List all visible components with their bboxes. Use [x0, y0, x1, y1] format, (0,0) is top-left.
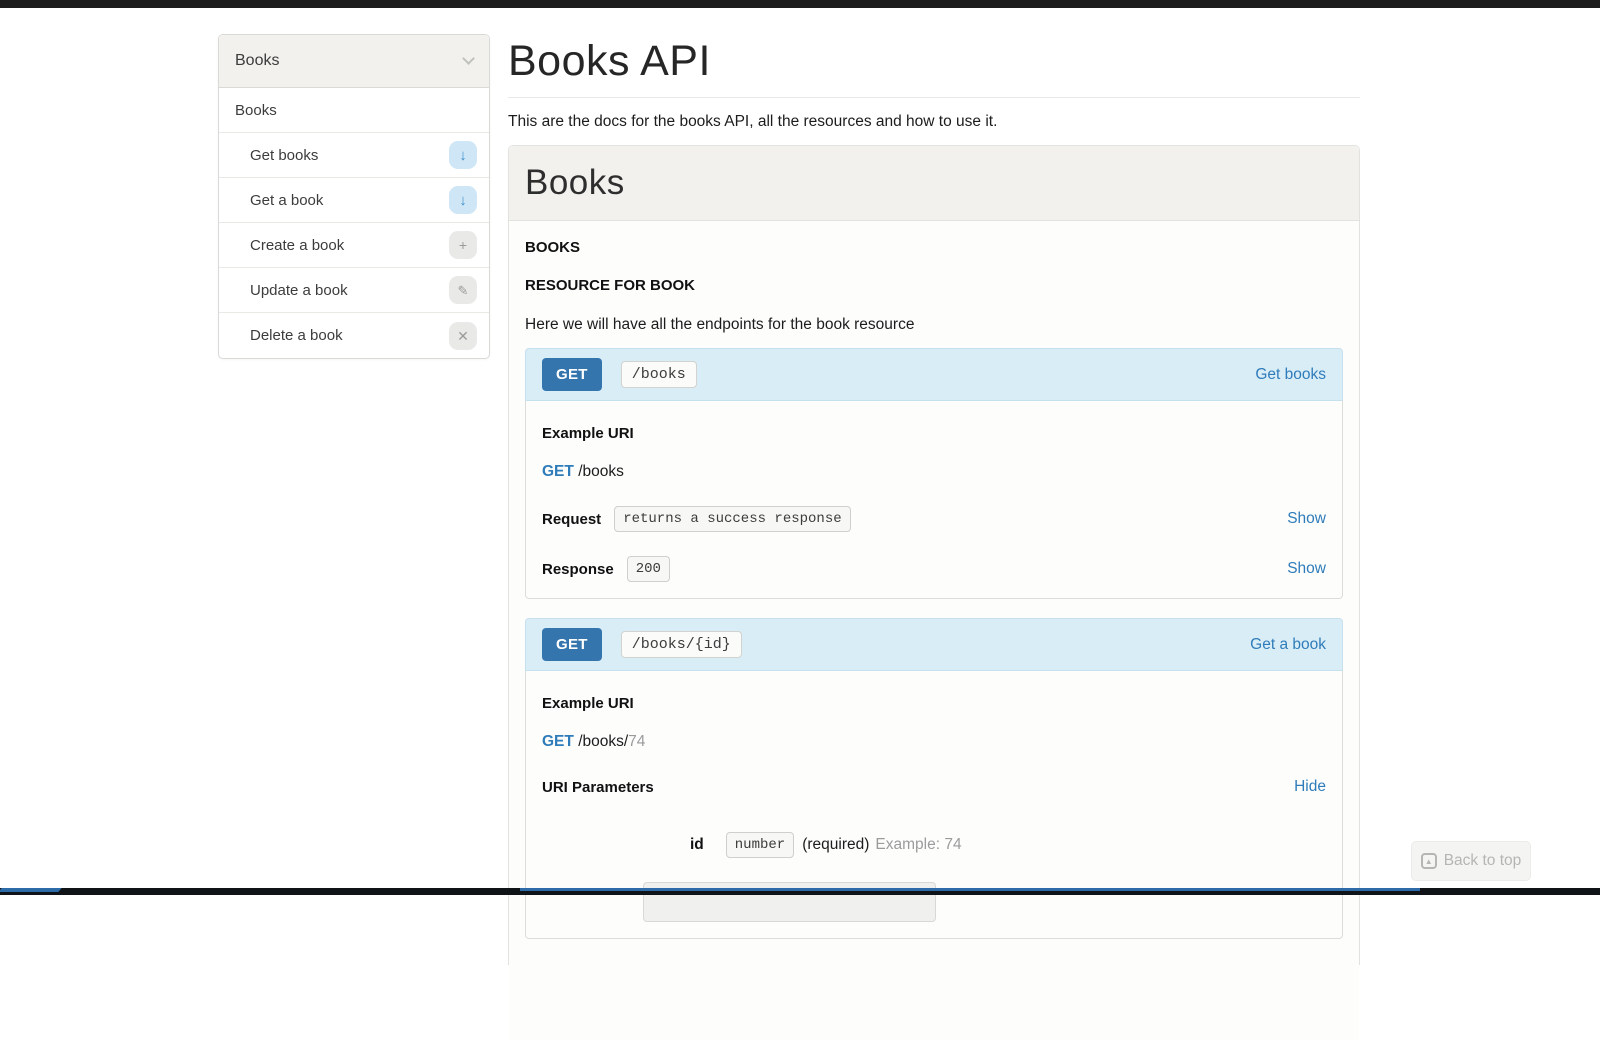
parameter-row: id number (required) Example: 74 — [542, 832, 1326, 858]
method-badge: GET — [542, 628, 602, 661]
uri-template-chip: /books/{id} — [621, 631, 742, 658]
resource-heading: RESOURCE FOR BOOK — [525, 277, 1343, 295]
example-uri-value: GET /books/74 — [542, 732, 1326, 752]
back-to-top-label: Back to top — [1444, 852, 1522, 870]
uri-parameters-hide-link[interactable]: Hide — [1294, 778, 1326, 796]
method-badge: GET — [542, 358, 602, 391]
example-uri-label: Example URI — [542, 425, 1326, 443]
resource-description: Here we will have all the endpoints for … — [525, 315, 1343, 335]
response-show-link[interactable]: Show — [1287, 560, 1326, 578]
example-path: /books/ — [578, 733, 628, 750]
parameter-example-value: 74 — [944, 836, 961, 853]
parameter-required: (required) — [802, 836, 869, 854]
bottom-window-bar — [0, 888, 1600, 895]
endpoint-body: Example URI GET /books Request returns a… — [525, 401, 1343, 599]
sidebar-item-delete-a-book[interactable]: Delete a book ✕ — [219, 313, 489, 358]
sidebar-item-label: Get a book — [250, 192, 323, 209]
request-label: Request — [542, 511, 601, 528]
example-method: GET — [542, 733, 574, 750]
sidebar: Books Books Get books ↓ Get a book ↓ Cre… — [218, 34, 490, 359]
chevron-down-icon[interactable] — [462, 52, 475, 65]
bottom-bar-accent — [520, 888, 1420, 891]
parameter-name: id — [690, 836, 704, 854]
page-title: Books API — [508, 36, 1360, 86]
sidebar-item-update-a-book[interactable]: Update a book ✎ — [219, 268, 489, 313]
uri-template-chip: /books — [621, 361, 697, 388]
endpoint-body: Example URI GET /books/74 URI Parameters… — [525, 671, 1343, 939]
sidebar-group-label: Books — [235, 52, 279, 70]
sidebar-item-label: Books — [235, 102, 277, 119]
plus-icon[interactable]: + — [449, 231, 477, 259]
parameter-example: Example: 74 — [875, 836, 961, 854]
up-triangle-glyph: ▲ — [1425, 857, 1433, 866]
sidebar-item-label: Create a book — [250, 237, 344, 254]
response-row: Response 200 Show — [542, 556, 1326, 582]
sidebar-item-label: Update a book — [250, 282, 348, 299]
pencil-icon[interactable]: ✎ — [449, 276, 477, 304]
sidebar-item-get-books[interactable]: Get books ↓ — [219, 133, 489, 178]
back-to-top-icon: ▲ — [1421, 853, 1437, 869]
resource-group-panel: Books BOOKS RESOURCE FOR BOOK Here we wi… — [508, 145, 1360, 965]
pencil-glyph: ✎ — [458, 284, 469, 297]
endpoint-header[interactable]: GET /books Get books — [525, 348, 1343, 401]
endpoint-card-get-books: GET /books Get books Example URI GET /bo… — [525, 348, 1343, 599]
sidebar-group-header[interactable]: Books — [219, 35, 489, 88]
request-description-chip: returns a success response — [614, 506, 850, 532]
sidebar-item-label: Get books — [250, 147, 318, 164]
response-status-chip: 200 — [627, 556, 670, 582]
bottom-bar-wedge — [0, 888, 62, 892]
main-content: Books API This are the docs for the book… — [508, 8, 1360, 965]
endpoint-action-link[interactable]: Get books — [1255, 366, 1326, 384]
resource-group-header: Books — [509, 146, 1359, 221]
request-show-link[interactable]: Show — [1287, 510, 1326, 528]
arrow-down-icon[interactable]: ↓ — [449, 186, 477, 214]
uri-parameters-label: URI Parameters — [542, 779, 654, 796]
response-label: Response — [542, 561, 614, 578]
example-method: GET — [542, 463, 574, 480]
parameter-type-chip: number — [726, 832, 794, 858]
sidebar-item-create-a-book[interactable]: Create a book + — [219, 223, 489, 268]
example-uri-label: Example URI — [542, 695, 1326, 713]
close-icon[interactable]: ✕ — [449, 322, 477, 350]
example-path: /books — [578, 463, 624, 480]
endpoint-header[interactable]: GET /books/{id} Get a book — [525, 618, 1343, 671]
resource-group-title: Books — [525, 163, 625, 202]
page-description: This are the docs for the books API, all… — [508, 111, 1360, 133]
sidebar-item-books[interactable]: Books — [219, 88, 489, 133]
group-heading: BOOKS — [525, 239, 1343, 257]
example-uri-value: GET /books — [542, 462, 1326, 482]
top-window-bar — [0, 0, 1600, 8]
arrow-down-icon[interactable]: ↓ — [449, 141, 477, 169]
sidebar-item-label: Delete a book — [250, 327, 343, 344]
example-suffix: 74 — [628, 733, 645, 750]
uri-parameters-row: URI Parameters Hide — [542, 778, 1326, 796]
title-divider — [508, 97, 1360, 98]
parameter-example-label: Example: — [875, 836, 940, 853]
sidebar-item-get-a-book[interactable]: Get a book ↓ — [219, 178, 489, 223]
resource-group-body: BOOKS RESOURCE FOR BOOK Here we will hav… — [509, 221, 1359, 1040]
endpoint-action-link[interactable]: Get a book — [1250, 636, 1326, 654]
back-to-top-button[interactable]: ▲ Back to top — [1411, 841, 1531, 881]
request-row: Request returns a success response Show — [542, 506, 1326, 532]
